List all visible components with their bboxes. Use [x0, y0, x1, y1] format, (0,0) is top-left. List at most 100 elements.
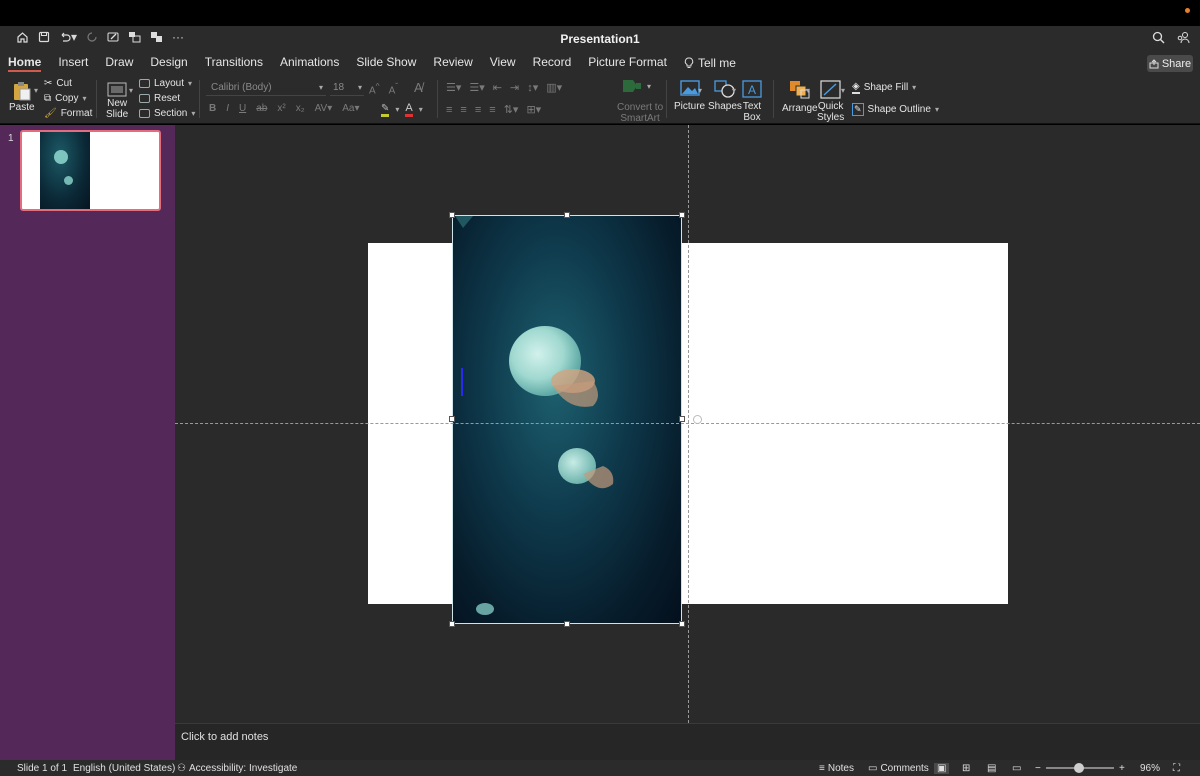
picture-button[interactable]: Picture [674, 80, 705, 112]
jellyfish-picture[interactable] [452, 215, 682, 624]
resize-handle[interactable] [679, 416, 685, 422]
shape-fill-button[interactable]: ◈ Shape Fill ▾ [852, 81, 916, 94]
comments-label: Comments [880, 763, 929, 774]
tab-insert[interactable]: Insert [58, 52, 88, 74]
text-direction-icon[interactable]: ⇅▾ [504, 103, 519, 116]
reading-view-icon[interactable]: ▤ [987, 763, 996, 774]
shapes-dropdown-icon[interactable]: ▾ [732, 86, 736, 95]
tab-design[interactable]: Design [150, 52, 187, 74]
layout-button[interactable]: Layout ▾ [139, 78, 192, 89]
underline-icon[interactable]: U [239, 103, 246, 114]
notes-toggle[interactable]: ≡ Notes [819, 763, 854, 774]
line-spacing-icon[interactable]: ↕▾ [527, 81, 538, 94]
tell-me[interactable]: Tell me [684, 52, 736, 74]
new-slide-dropdown-icon[interactable]: ▾ [129, 86, 133, 95]
language-indicator[interactable]: English (United States) [73, 763, 175, 774]
picture-dropdown-icon[interactable]: ▾ [698, 86, 702, 95]
resize-handle[interactable] [679, 212, 685, 218]
tab-transitions[interactable]: Transitions [205, 52, 263, 74]
numbering-icon[interactable]: ☰▾ [469, 81, 484, 94]
slide-thumbnail[interactable] [20, 130, 161, 211]
align-right-icon[interactable]: ≡ [475, 104, 481, 116]
bullets-icon[interactable]: ☰▾ [446, 81, 461, 94]
format-painter-button[interactable]: 🖌 Format [44, 108, 92, 119]
zoom-level[interactable]: 96% [1140, 763, 1160, 774]
font-name-dropdown-icon[interactable]: ▾ [319, 80, 323, 96]
slide-sorter-icon[interactable]: ⊞ [962, 763, 970, 774]
copy-button[interactable]: ⧉ Copy ▾ [44, 93, 87, 104]
collaborate-icon[interactable] [1177, 31, 1190, 47]
zoom-slider-thumb[interactable] [1074, 763, 1084, 773]
columns-icon[interactable]: ▥▾ [546, 81, 562, 94]
font-size-box[interactable]: 18 ▾ [330, 80, 364, 96]
decrease-font-icon[interactable]: Aˇ [389, 81, 398, 96]
slide-editor-canvas[interactable] [175, 125, 1200, 723]
shape-fill-dropdown-icon[interactable]: ▾ [912, 83, 916, 92]
notes-pane[interactable]: Click to add notes [175, 723, 1200, 760]
accessibility-status[interactable]: ⚇ Accessibility: Investigate [177, 763, 297, 774]
font-color-icon[interactable]: A [405, 102, 413, 117]
tab-animations[interactable]: Animations [280, 52, 339, 74]
resize-handle[interactable] [679, 621, 685, 627]
subscript-icon[interactable]: x₂ [296, 103, 305, 114]
align-text-icon[interactable]: ⊞▾ [526, 103, 541, 116]
shape-outline-dropdown-icon[interactable]: ▾ [935, 105, 939, 114]
paste-button[interactable]: Paste [9, 80, 35, 113]
copy-dropdown-icon[interactable]: ▾ [83, 94, 87, 103]
zoom-out-icon[interactable]: − [1035, 763, 1041, 774]
tab-home[interactable]: Home [8, 52, 42, 74]
convert-smartart-button[interactable]: Convert to SmartArt [617, 103, 663, 124]
justify-icon[interactable]: ≡ [489, 104, 495, 116]
increase-indent-icon[interactable]: ⇥ [510, 81, 519, 94]
search-icon[interactable] [1152, 31, 1165, 47]
resize-handle[interactable] [449, 212, 455, 218]
font-name-value: Calibri (Body) [211, 82, 272, 93]
align-left-icon[interactable]: ≡ [446, 104, 452, 116]
shape-outline-button[interactable]: ✎ Shape Outline ▾ [852, 103, 939, 116]
cut-button[interactable]: ✂ Cut [44, 78, 72, 89]
reset-button[interactable]: Reset [139, 93, 180, 104]
resize-handle[interactable] [564, 212, 570, 218]
zoom-in-icon[interactable]: + [1119, 763, 1125, 774]
comments-toggle[interactable]: ▭ Comments [868, 763, 929, 774]
highlight-dropdown-icon[interactable]: ▾ [395, 105, 399, 114]
shapes-button[interactable]: Shapes [708, 80, 742, 112]
paste-dropdown-icon[interactable]: ▾ [34, 86, 38, 95]
fit-to-window-icon[interactable]: ⛶ [1173, 763, 1180, 774]
new-slide-button[interactable]: New Slide [106, 80, 128, 120]
tab-view[interactable]: View [490, 52, 516, 74]
align-center-icon[interactable]: ≡ [460, 104, 466, 116]
resize-handle[interactable] [564, 621, 570, 627]
decrease-indent-icon[interactable]: ⇤ [493, 81, 502, 94]
arrange-button[interactable]: Arrange [782, 80, 818, 114]
smartart-icon[interactable]: ▾ [621, 78, 651, 94]
bold-icon[interactable]: B [209, 103, 216, 114]
quick-styles-dropdown-icon[interactable]: ▾ [841, 86, 845, 95]
tab-draw[interactable]: Draw [105, 52, 133, 74]
tab-review[interactable]: Review [433, 52, 472, 74]
italic-icon[interactable]: I [226, 103, 229, 114]
strikethrough-icon[interactable]: ab [256, 103, 267, 114]
layout-dropdown-icon[interactable]: ▾ [188, 79, 192, 88]
change-case-icon[interactable]: Aa▾ [342, 103, 359, 114]
section-dropdown-icon[interactable]: ▾ [191, 109, 195, 118]
arrange-dropdown-icon[interactable]: ▾ [806, 86, 810, 95]
normal-view-icon[interactable]: ▣ [934, 763, 950, 774]
increase-font-icon[interactable]: A^ [369, 81, 380, 96]
tab-picture-format[interactable]: Picture Format [588, 52, 667, 74]
resize-handle[interactable] [449, 621, 455, 627]
character-spacing-icon[interactable]: AV▾ [315, 103, 333, 114]
superscript-icon[interactable]: x² [277, 103, 285, 114]
clear-formatting-icon[interactable]: A̸ [414, 80, 423, 95]
section-button[interactable]: Section ▾ [139, 108, 195, 119]
font-name-box[interactable]: Calibri (Body) ▾ [206, 80, 326, 96]
highlight-icon[interactable]: ✎ [381, 103, 390, 117]
tab-slide-show[interactable]: Slide Show [356, 52, 416, 74]
font-color-dropdown-icon[interactable]: ▾ [419, 105, 423, 114]
text-box-button[interactable]: A Text Box [742, 80, 762, 123]
tab-record[interactable]: Record [533, 52, 572, 74]
resize-handle[interactable] [449, 416, 455, 422]
font-size-dropdown-icon[interactable]: ▾ [358, 80, 362, 96]
slideshow-view-icon[interactable]: ▭ [1012, 763, 1021, 774]
share-button[interactable]: Share [1147, 55, 1193, 72]
